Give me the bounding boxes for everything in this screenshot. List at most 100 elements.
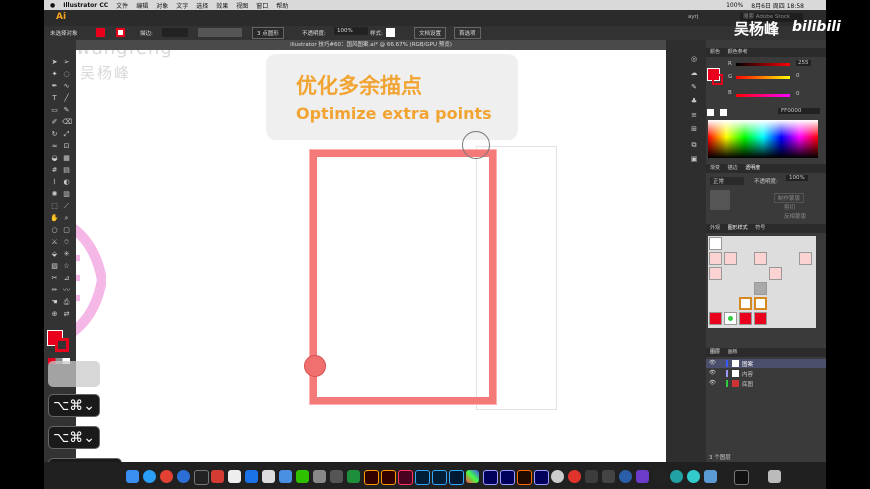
terminal-icon[interactable] (734, 470, 749, 485)
style-swatch-gray[interactable] (754, 282, 767, 295)
pen-tool-icon[interactable]: ✒ (50, 82, 59, 91)
red-frame-shape[interactable] (309, 149, 497, 405)
layer-name[interactable]: 内容 (742, 370, 753, 378)
style-swatch-red-bold-3[interactable] (754, 312, 767, 325)
netease-icon[interactable] (211, 470, 224, 483)
ellipse-tool-icon[interactable]: ○ (50, 226, 59, 235)
style-swatch-red-2[interactable] (724, 252, 737, 265)
magic-wand-icon[interactable]: ✦ (50, 70, 59, 79)
app-globe-icon[interactable] (551, 470, 564, 483)
menu-select[interactable]: 选择 (196, 1, 208, 10)
workspace-switcher[interactable]: ayrj (688, 14, 698, 20)
pattern-ornament[interactable] (76, 205, 106, 355)
b-value[interactable]: 0 (796, 91, 800, 97)
tab-artboards[interactable]: 画板 (728, 349, 738, 355)
white-swatch[interactable] (720, 109, 727, 116)
selection-tool-icon[interactable]: ➤ (50, 58, 59, 67)
print-tiling-icon[interactable]: ⎙ (62, 298, 71, 307)
gradient-tool-icon[interactable]: ▤ (62, 166, 71, 175)
menu-edit[interactable]: 编辑 (136, 1, 148, 10)
menu-window[interactable]: 窗口 (256, 1, 268, 10)
libraries-icon[interactable]: ☁ (688, 68, 700, 78)
slice-tool-icon[interactable]: ⟋ (62, 202, 71, 211)
layer-row[interactable]: 👁 内容 (706, 369, 826, 378)
free-transform-icon[interactable]: ⊡ (62, 142, 71, 151)
color-spectrum[interactable] (708, 120, 818, 158)
tab-color-guide[interactable]: 颜色参考 (728, 49, 748, 55)
shaper-tool-icon[interactable]: ✐ (50, 118, 59, 127)
chrome-icon[interactable] (160, 470, 173, 483)
menu-help[interactable]: 帮助 (276, 1, 288, 10)
style-swatch-red-bold-1[interactable] (709, 312, 722, 325)
tab-layers[interactable]: 图层 (710, 349, 720, 355)
illustrator-icon[interactable] (364, 470, 379, 485)
eraser-icon[interactable]: ⌫ (62, 118, 72, 127)
brush-select[interactable]: 3 点圆形 (252, 27, 284, 39)
align-icon[interactable]: ≡ (688, 110, 700, 120)
app-red-icon[interactable] (568, 470, 581, 483)
style-swatch-orange-1[interactable] (739, 297, 752, 310)
style-swatch-red-1[interactable] (709, 252, 722, 265)
measure-tool-icon[interactable]: ⊿ (62, 274, 71, 283)
star-tool-icon[interactable]: ☆ (62, 262, 71, 271)
blend-tool-icon[interactable]: ◐ (62, 178, 71, 187)
menu-view[interactable]: 视图 (236, 1, 248, 10)
invert-mask-checkbox[interactable]: 反相蒙版 (784, 212, 806, 220)
clip-checkbox[interactable]: 剪切 (784, 203, 795, 211)
variable-width-field[interactable] (198, 28, 242, 37)
app-green-icon[interactable] (347, 470, 360, 483)
after-effects-icon[interactable] (500, 470, 515, 485)
smooth-tool-icon[interactable]: 〰 (62, 286, 71, 295)
artboard-canvas[interactable]: wangfeng 吴杨峰 优化多余描点 Optimize extra point… (76, 50, 666, 462)
panel-stroke-swatch[interactable] (712, 74, 723, 85)
media-encoder-icon[interactable] (534, 470, 549, 485)
document-tab[interactable]: illustrator 技巧#60：国风图案.ai* @ 66.67% (RGB… (76, 40, 666, 50)
hex-field[interactable]: FF0000 (778, 108, 820, 114)
layer-name[interactable]: 底图 (742, 380, 753, 388)
style-swatch-green[interactable] (724, 312, 737, 325)
direct-selection-tool-icon[interactable]: ➢ (62, 58, 71, 67)
artboards-icon[interactable]: ▣ (688, 154, 700, 164)
rotate-tool-icon[interactable]: ↻ (50, 130, 59, 139)
app-u-icon[interactable] (245, 470, 258, 483)
document-setup-button[interactable]: 文档设置 (414, 27, 447, 39)
properties-icon[interactable]: ◎ (688, 54, 700, 64)
none-swatch[interactable] (707, 109, 714, 116)
artboard-tool-icon[interactable]: ⬚ (50, 202, 59, 211)
style-swatch-red-4[interactable] (799, 252, 812, 265)
app-multi-icon[interactable] (466, 470, 479, 483)
width-tool-icon[interactable]: ≈ (50, 142, 59, 151)
photoshop-2-icon[interactable] (432, 470, 447, 485)
style-swatch-red-bold-2[interactable] (739, 312, 752, 325)
r-value[interactable]: 255 (796, 60, 811, 66)
rectangle-tool-icon[interactable]: ▭ (50, 106, 59, 115)
perspective-grid-icon[interactable]: ▦ (62, 154, 71, 163)
store-icon[interactable] (228, 470, 241, 483)
apple-icon[interactable]: ● (50, 2, 55, 9)
curvature-tool-icon[interactable]: ∿ (62, 82, 71, 91)
tab-stroke[interactable]: 描边 (728, 165, 738, 171)
tab-graphic-styles[interactable]: 图形样式 (728, 225, 748, 231)
visibility-eye-icon[interactable]: 👁 (709, 360, 716, 366)
style-swatch-red-3[interactable] (754, 252, 767, 265)
safari-icon[interactable] (143, 470, 156, 483)
folder-icon[interactable] (704, 470, 717, 483)
symbol-sprayer-icon[interactable]: ✺ (50, 190, 59, 199)
symbols-icon[interactable]: ♣ (688, 96, 700, 106)
tab-symbols[interactable]: 符号 (755, 225, 765, 231)
stroke-weight-field[interactable] (162, 28, 188, 37)
make-mask-button[interactable]: 制作蒙版 (774, 193, 805, 203)
visibility-eye-icon[interactable]: 👁 (709, 380, 716, 386)
layer-row[interactable]: 👁 图案 (706, 359, 826, 368)
transparency-opacity-field[interactable]: 100% (786, 175, 808, 181)
pencil-icon[interactable]: ✏ (50, 286, 59, 295)
layer-name[interactable]: 图案 (742, 360, 753, 368)
menu-type[interactable]: 文字 (176, 1, 188, 10)
transform-icon[interactable]: ⊞ (688, 124, 700, 134)
hand-tool-icon[interactable]: ✋ (50, 214, 59, 223)
app-dark-icon[interactable] (585, 470, 598, 483)
menu-file[interactable]: 文件 (116, 1, 128, 10)
live-paint-icon[interactable]: ⬙ (50, 250, 59, 259)
menu-app-name[interactable]: Illustrator CC (63, 2, 108, 9)
finder-icon[interactable] (126, 470, 139, 483)
